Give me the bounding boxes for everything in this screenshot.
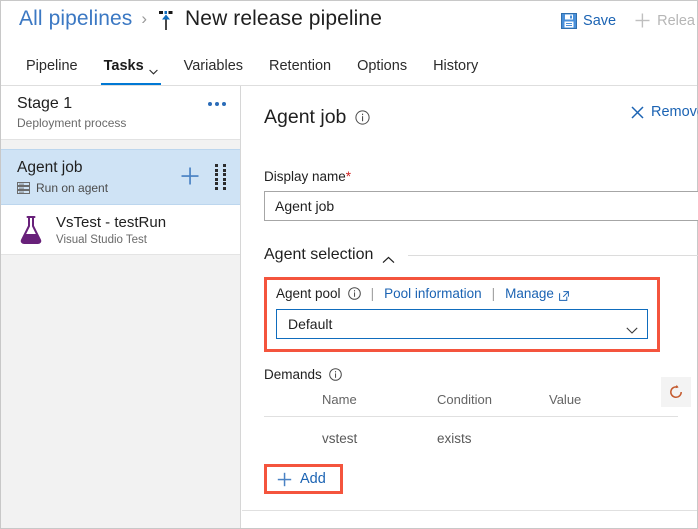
remove-job-label: Remove (651, 104, 698, 120)
add-demand-label: Add (300, 471, 326, 487)
tab-tasks-label: Tasks (104, 58, 144, 74)
required-asterisk: * (346, 169, 351, 184)
page-title: New release pipeline (185, 7, 382, 31)
agent-selection-label[interactable]: Agent selection (264, 246, 373, 264)
info-icon[interactable] (348, 287, 361, 300)
demands-table-header: Name Condition Value (264, 392, 694, 416)
refresh-agent-pools-button[interactable] (661, 377, 691, 407)
chevron-down-icon[interactable] (626, 321, 638, 328)
demands-label-row: Demands (264, 367, 697, 382)
drag-handle-icon[interactable] (215, 164, 226, 190)
pool-separator-2: | (492, 286, 496, 301)
display-name-input[interactable] (264, 191, 698, 221)
tab-tasks[interactable]: Tasks (91, 47, 171, 85)
add-task-to-job-button[interactable] (180, 166, 200, 186)
manage-link[interactable]: Manage (505, 286, 554, 301)
pool-information-link[interactable]: Pool information (384, 286, 482, 301)
tab-options[interactable]: Options (344, 47, 420, 85)
vstest-task-title: VsTest - testRun (56, 214, 166, 231)
top-actions: Save Relea (559, 10, 697, 31)
create-release-button[interactable]: Relea (632, 10, 697, 31)
info-icon[interactable] (355, 110, 370, 125)
external-link-icon (559, 289, 569, 299)
save-label: Save (583, 13, 616, 29)
column-header-condition: Condition (437, 392, 549, 407)
agent-job-details-panel: Agent job Remove Display name* (242, 86, 697, 528)
plus-icon (277, 472, 292, 487)
stage-subtitle: Deployment process (17, 116, 226, 130)
tab-pipeline-label: Pipeline (26, 58, 78, 74)
agent-pool-select-wrap: Default (276, 309, 648, 339)
agent-job-title: Agent job (17, 159, 240, 177)
flask-icon (17, 215, 45, 245)
tab-retention-label: Retention (269, 58, 331, 74)
create-release-label: Relea (657, 13, 695, 29)
breadcrumb: All pipelines › New release pipeline (19, 7, 382, 31)
section-divider (408, 255, 698, 256)
tab-history[interactable]: History (420, 47, 491, 85)
chevron-up-icon[interactable] (382, 251, 395, 259)
panel-title: Agent job (264, 106, 346, 129)
tab-options-label: Options (357, 58, 407, 74)
tab-history-label: History (433, 58, 478, 74)
job-list: Agent job Run on agent (1, 140, 240, 255)
close-x-icon (631, 106, 644, 119)
sidebar-item-vstest-task[interactable]: VsTest - testRun Visual Studio Test (1, 205, 240, 255)
stage-title: Stage 1 (17, 95, 226, 113)
add-demand-button[interactable]: Add (264, 464, 343, 494)
remove-job-button[interactable]: Remove (631, 104, 698, 120)
demand-condition: exists (437, 431, 549, 446)
server-rack-icon (17, 182, 30, 194)
panel-bottom-divider (242, 510, 697, 511)
breadcrumb-all-pipelines-link[interactable]: All pipelines (19, 7, 132, 31)
tab-retention[interactable]: Retention (256, 47, 344, 85)
save-button[interactable]: Save (559, 11, 618, 31)
tab-variables-label: Variables (184, 58, 243, 74)
plus-icon (634, 12, 651, 29)
display-name-label-text: Display name (264, 169, 346, 184)
agent-job-subtitle: Run on agent (36, 181, 108, 195)
stage-card[interactable]: Stage 1 Deployment process (1, 86, 240, 140)
pool-separator-1: | (371, 286, 375, 301)
top-header-bar: All pipelines › New release pipeline (1, 1, 697, 47)
demand-value (549, 431, 649, 446)
agent-pool-label-row: Agent pool | Pool information | Manage (276, 286, 648, 301)
display-name-label: Display name* (264, 169, 697, 184)
demands-label: Demands (264, 367, 322, 382)
agent-selection-section-header: Agent selection (264, 246, 698, 264)
chevron-down-icon (149, 63, 158, 69)
tab-variables[interactable]: Variables (171, 47, 256, 85)
save-floppy-icon (561, 13, 577, 29)
sidebar-item-agent-job[interactable]: Agent job Run on agent (1, 149, 240, 205)
demands-table: Name Condition Value vstest exists (264, 392, 694, 446)
pipeline-tasks-sidebar: Stage 1 Deployment process Agent job (1, 86, 241, 528)
agent-job-subtitle-row: Run on agent (17, 181, 240, 195)
tab-bar: Pipeline Tasks Variables Retention Optio… (1, 47, 697, 86)
column-header-value: Value (549, 392, 649, 407)
panel-header: Agent job Remove (264, 103, 697, 131)
agent-pool-highlight-box: Agent pool | Pool information | Manage (264, 277, 660, 352)
agent-pool-label: Agent pool (276, 286, 341, 301)
info-icon[interactable] (329, 368, 342, 381)
breadcrumb-separator: › (141, 9, 147, 29)
table-row[interactable]: vstest exists (264, 417, 694, 446)
agent-pool-selected-value: Default (288, 316, 332, 332)
agent-pool-select[interactable]: Default (276, 309, 648, 339)
refresh-icon (668, 384, 684, 400)
column-header-name: Name (264, 392, 437, 407)
vstest-task-text: VsTest - testRun Visual Studio Test (56, 214, 166, 246)
ellipsis-icon[interactable] (208, 102, 226, 106)
tab-pipeline[interactable]: Pipeline (13, 47, 91, 85)
release-pipeline-editor: All pipelines › New release pipeline (0, 0, 698, 529)
demand-name: vstest (264, 431, 437, 446)
release-pipeline-icon (156, 10, 176, 32)
vstest-task-subtitle: Visual Studio Test (56, 234, 166, 246)
